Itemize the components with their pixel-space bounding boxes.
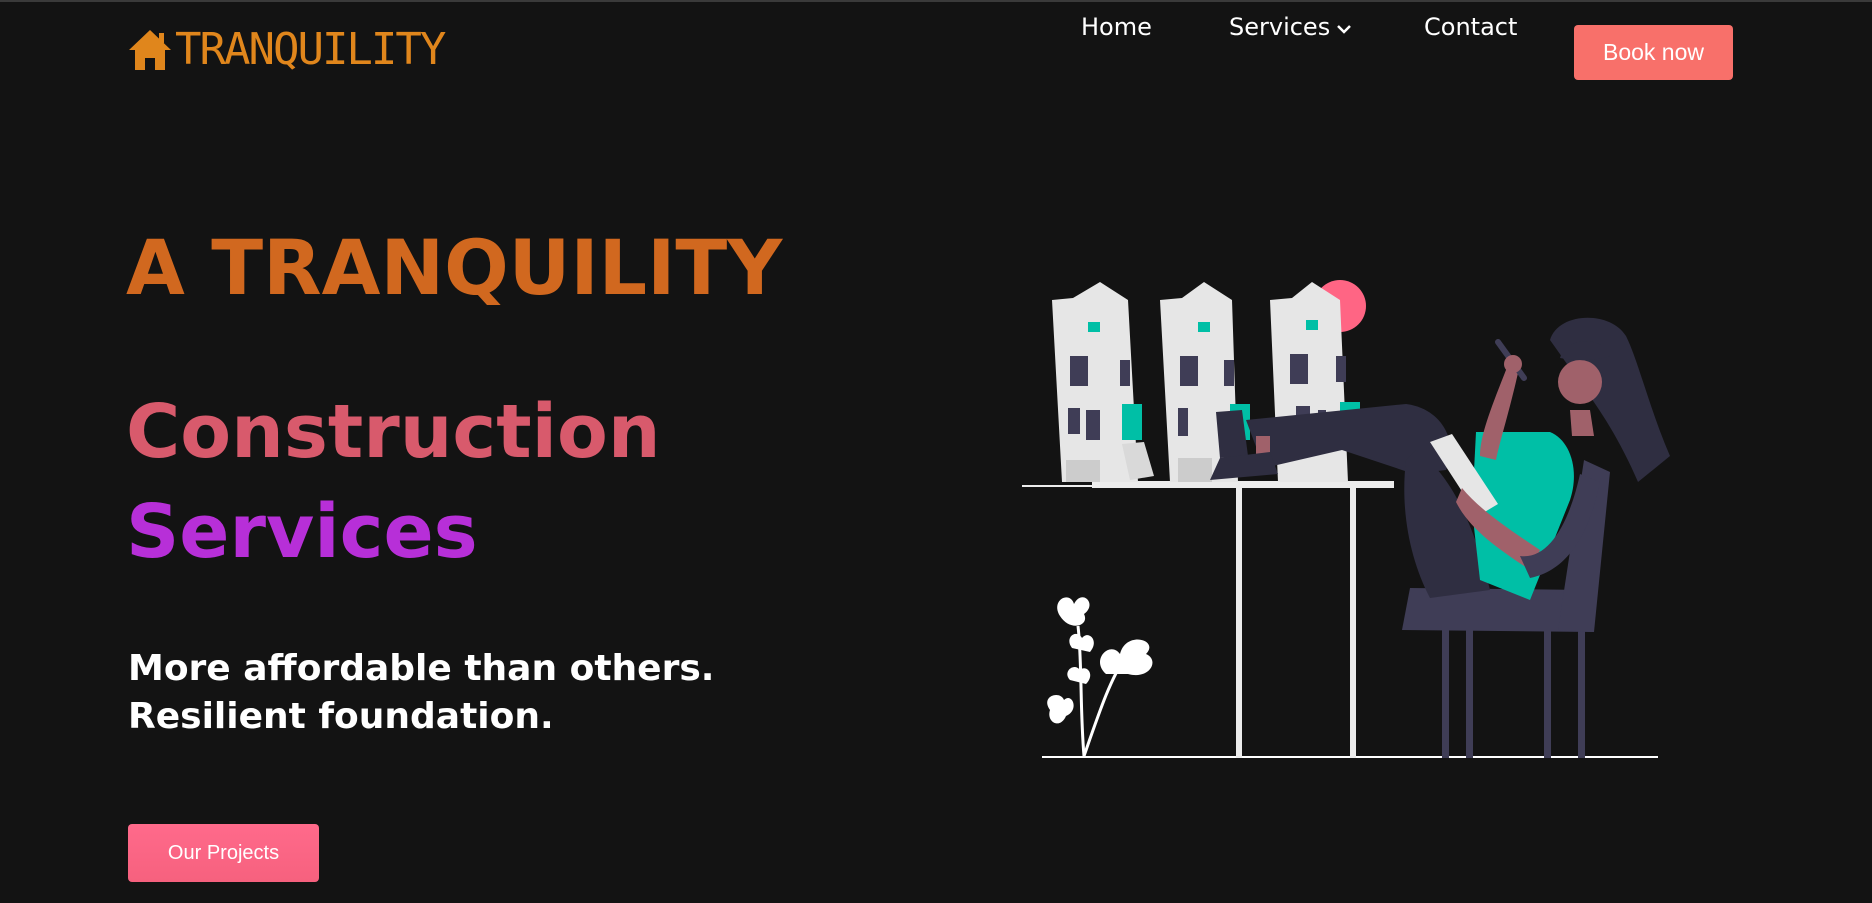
nav-services-label: Services (1229, 13, 1331, 41)
hero-subtitle: More affordable than others. Resilient f… (128, 648, 715, 737)
top-border (0, 0, 1872, 2)
nav-services[interactable]: Services (1229, 12, 1352, 42)
our-projects-button[interactable]: Our Projects (128, 824, 319, 882)
book-now-button[interactable]: Book now (1574, 25, 1733, 80)
brand-name: TRANQUILITY (175, 24, 446, 75)
hero-title: A TRANQUILITY (126, 223, 783, 312)
nav-contact[interactable]: Contact (1424, 12, 1517, 42)
brand-logo[interactable]: TRANQUILITY (127, 24, 446, 75)
house-icon (127, 28, 173, 72)
nav-home[interactable]: Home (1081, 12, 1152, 42)
woman-with-house-models-illustration (1022, 280, 1670, 758)
hero-headline-services: Services (126, 489, 478, 575)
hero-illustration (1010, 260, 1690, 770)
chevron-down-icon (1330, 12, 1352, 42)
hero-headline-construction: Construction (126, 389, 661, 475)
